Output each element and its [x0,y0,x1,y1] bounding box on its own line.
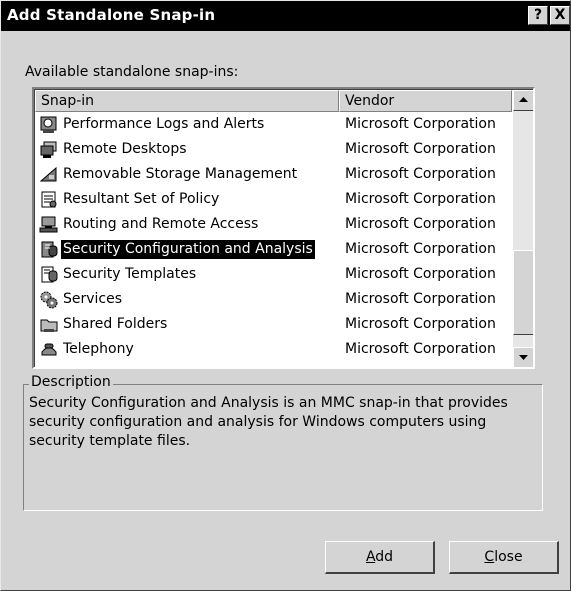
resultant-set-of-policy-icon [39,190,59,209]
snapin-name: Services [63,291,123,307]
snapin-vendor: Microsoft Corporation [345,341,496,357]
snapin-vendor: Microsoft Corporation [345,191,496,207]
snapin-vendor: Microsoft Corporation [345,316,496,332]
telephony-icon [39,340,59,359]
services-gear-icon [39,290,59,309]
snapin-vendor: Microsoft Corporation [345,241,496,257]
performance-logs-icon [39,115,59,134]
list-item[interactable]: Resultant Set of Policy Microsoft Corpora… [35,187,513,212]
description-text: Security Configuration and Analysis is a… [29,395,508,449]
snapin-vendor: Microsoft Corporation [345,141,496,157]
snapin-vendor: Microsoft Corporation [345,266,496,282]
snapin-name: Remote Desktops [63,141,187,157]
close-button[interactable]: Close [449,541,559,574]
add-standalone-snapin-dialog: Add Standalone Snap-in ? X Available sta… [0,0,571,591]
description-legend: Description [29,374,113,390]
arrow-down-icon [519,355,528,360]
list-item[interactable]: Performance Logs and Alerts Microsoft Cor… [35,112,513,137]
list-item[interactable]: Telephony Microsoft Corporation [35,337,513,362]
list-item[interactable]: Remote Desktops Microsoft Corporation [35,137,513,162]
list-item[interactable]: Security Configuration and Analysis Micro… [35,237,513,262]
shared-folders-icon [39,315,59,334]
scroll-down-button[interactable] [513,347,533,367]
column-header-vendor[interactable]: Vendor [339,90,512,112]
scrollbar-thumb[interactable] [513,250,533,335]
list-item[interactable]: Services Microsoft Corporation [35,287,513,312]
snapin-name: Telephony [63,341,134,357]
list-item[interactable]: Shared Folders Microsoft Corporation [35,312,513,337]
snapin-name: Shared Folders [63,316,168,332]
close-icon[interactable]: X [550,6,570,25]
list-item[interactable]: Routing and Remote Access Microsoft Corpo… [35,212,513,237]
snapin-vendor: Microsoft Corporation [345,116,496,132]
snapin-name: Performance Logs and Alerts [63,116,265,132]
list-item[interactable]: Security Templates Microsoft Corporation [35,262,513,287]
removable-storage-icon [39,165,59,184]
arrow-up-icon [519,97,528,102]
snapin-vendor: Microsoft Corporation [345,291,496,307]
help-button[interactable]: ? [528,6,548,25]
window-title: Add Standalone Snap-in [7,6,216,24]
list-item[interactable]: Removable Storage Management Microsoft Co… [35,162,513,187]
snapin-name: Routing and Remote Access [63,216,259,232]
vertical-scrollbar[interactable] [513,90,533,367]
title-bar[interactable]: Add Standalone Snap-in ? X [1,1,570,31]
security-configuration-icon [39,240,59,259]
snapin-name: Removable Storage Management [63,166,298,182]
snapin-name: Security Templates [63,266,197,282]
snapin-vendor: Microsoft Corporation [345,166,496,182]
snapin-name: Security Configuration and Analysis [61,240,315,259]
add-button[interactable]: Add [325,541,435,574]
remote-desktops-icon [39,140,59,159]
snapin-vendor: Microsoft Corporation [345,216,496,232]
snapin-name: Resultant Set of Policy [63,191,220,207]
available-snapins-label: Available standalone snap-ins: [25,64,239,80]
column-header-snapin[interactable]: Snap-in [35,90,339,112]
snapin-rows: Performance Logs and Alerts Microsoft Cor… [35,112,513,367]
security-templates-icon [39,265,59,284]
snapin-list[interactable]: Snap-in Vendor Performance Logs and Aler… [32,87,535,369]
scroll-up-button[interactable] [513,90,533,111]
routing-remote-access-icon [39,215,59,234]
